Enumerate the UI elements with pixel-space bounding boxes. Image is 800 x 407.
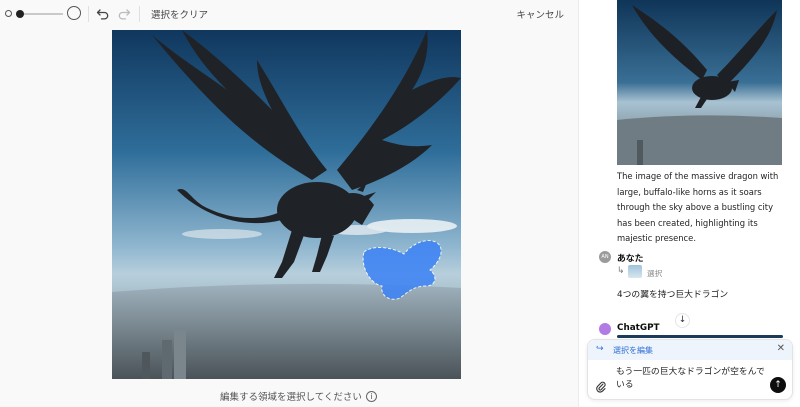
editor-toolbar: 選択をクリア キャンセル [0, 0, 578, 28]
hint-text: 編集する領域を選択してください [220, 392, 362, 403]
editable-image-canvas[interactable] [112, 30, 461, 379]
assistant-name: ChatGPT [617, 323, 660, 333]
divider [88, 6, 89, 22]
message-composer: ↪ 選択を編集 ✕ もう一匹の巨大なドラゴンが空をんでいる ↑ [587, 339, 793, 400]
edit-selection-bar: ↪ 選択を編集 ✕ [588, 340, 792, 360]
selection-label: 選択 [647, 269, 663, 278]
info-icon[interactable]: i [365, 390, 377, 402]
paperclip-icon[interactable] [596, 381, 606, 396]
divider [139, 6, 140, 22]
undo-icon[interactable] [94, 5, 112, 23]
user-name: あなた [617, 254, 644, 264]
cancel-button[interactable]: キャンセル [516, 7, 564, 21]
redo-icon[interactable] [115, 5, 133, 23]
brush-size-small-icon[interactable] [5, 10, 12, 17]
user-message: 4つの翼を持つ巨大ドラゴン [617, 290, 729, 300]
send-arrow-icon[interactable]: ↑ [770, 377, 786, 393]
chat-panel: The image of the massive dragon with lar… [578, 0, 800, 407]
brush-size-slider-thumb[interactable] [16, 10, 24, 18]
user-avatar: AN [599, 251, 611, 263]
scroll-down-icon[interactable]: ↓ [675, 313, 690, 328]
reply-arrow-icon: ↪ [596, 344, 604, 354]
clear-selection-button[interactable]: 選択をクリア [151, 7, 208, 21]
selection-hint: 編集する領域を選択してください i [220, 389, 377, 403]
reply-arrow-icon: ↳ [617, 266, 625, 276]
message-input[interactable]: もう一匹の巨大なドラゴンが空をんでいる [616, 366, 766, 392]
chatgpt-avatar [599, 323, 611, 335]
assistant-message: The image of the massive dragon with lar… [617, 171, 779, 244]
generation-progress-bar [617, 335, 783, 338]
selection-thumbnail[interactable] [628, 265, 642, 278]
brush-size-large-icon[interactable] [67, 6, 81, 20]
generated-image-thumbnail[interactable] [617, 0, 782, 165]
edit-selection-label: 選択を編集 [613, 346, 653, 355]
close-icon[interactable]: ✕ [777, 343, 785, 354]
image-editor-pane: 選択をクリア キャンセル 編集する領域を選択してください i [0, 0, 578, 407]
